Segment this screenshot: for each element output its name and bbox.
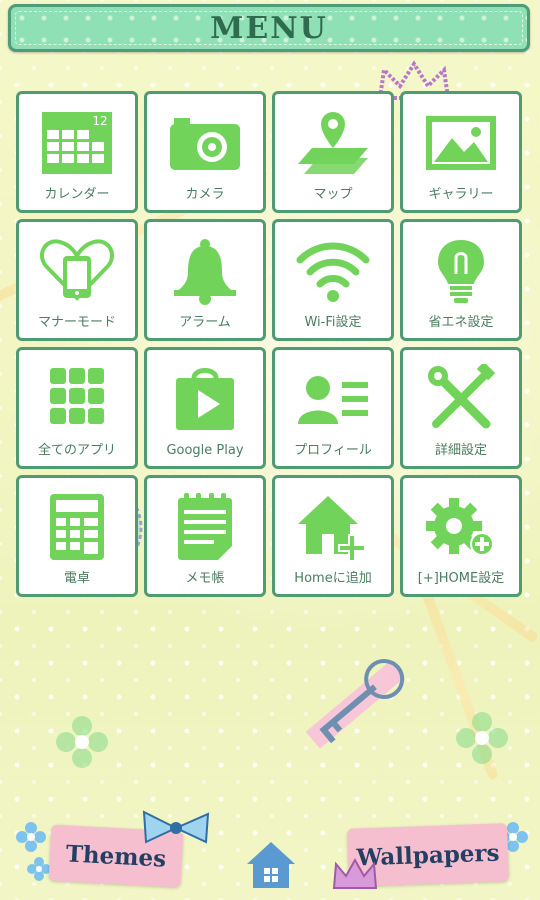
app-grid: 12 カレンダー カメラ マップ ギャラリー マナーモード アラーム Wi-Fi… xyxy=(16,91,524,597)
manner-mode-icon xyxy=(40,239,114,301)
tile-advanced-settings[interactable]: 詳細設定 xyxy=(400,347,522,469)
tile-map[interactable]: マップ xyxy=(272,91,394,213)
bottom-nav: Themes Wallpapers xyxy=(0,800,540,900)
flower-decoration xyxy=(16,822,46,852)
apps-grid-icon xyxy=(50,368,104,424)
calendar-date-badge: 12 xyxy=(92,114,107,128)
calendar-icon: 12 xyxy=(42,112,112,174)
tile-label: カメラ xyxy=(185,187,225,202)
tile-gallery[interactable]: ギャラリー xyxy=(400,91,522,213)
tile-label: 全てのアプリ xyxy=(37,443,116,458)
tile-label: Homeに追加 xyxy=(294,571,372,586)
bell-icon xyxy=(174,239,236,305)
lightbulb-icon xyxy=(438,240,484,303)
menu-header: MENU xyxy=(8,4,530,52)
tile-label: マップ xyxy=(313,187,353,202)
tile-manner-mode[interactable]: マナーモード xyxy=(16,219,138,341)
tile-all-apps[interactable]: 全てのアプリ xyxy=(16,347,138,469)
map-icon xyxy=(298,112,368,174)
tile-label: 電卓 xyxy=(63,571,90,586)
flower-decoration xyxy=(27,857,51,881)
key-decoration xyxy=(305,659,405,749)
play-store-icon xyxy=(176,368,234,430)
tile-label: Wi-Fi設定 xyxy=(304,315,362,330)
tile-label: [+]HOME設定 xyxy=(417,571,505,586)
notepad-icon xyxy=(178,493,232,560)
tile-label: ギャラリー xyxy=(428,187,494,202)
tile-wifi[interactable]: Wi-Fi設定 xyxy=(272,219,394,341)
gallery-icon xyxy=(426,116,496,170)
flower-decoration xyxy=(56,716,108,768)
tile-eco-setting[interactable]: 省エネ設定 xyxy=(400,219,522,341)
menu-title: MENU xyxy=(210,10,328,46)
bow-decoration xyxy=(142,810,210,844)
tile-label: カレンダー xyxy=(44,187,110,202)
tile-alarm[interactable]: アラーム xyxy=(144,219,266,341)
tile-calendar[interactable]: 12 カレンダー xyxy=(16,91,138,213)
tile-home-settings[interactable]: [+]HOME設定 xyxy=(400,475,522,597)
crown-icon xyxy=(332,857,378,889)
tile-google-play[interactable]: Google Play xyxy=(144,347,266,469)
home-icon xyxy=(247,842,295,888)
tile-calculator[interactable]: 電卓 xyxy=(16,475,138,597)
tile-label: マナーモード xyxy=(37,315,116,330)
tile-label: 省エネ設定 xyxy=(428,315,494,330)
tile-label: プロフィール xyxy=(294,443,372,458)
wifi-icon xyxy=(296,242,370,302)
home-add-icon xyxy=(298,496,366,562)
tile-camera[interactable]: カメラ xyxy=(144,91,266,213)
profile-icon xyxy=(298,376,368,424)
camera-icon xyxy=(170,118,240,170)
tools-icon xyxy=(428,364,496,429)
tile-label: 詳細設定 xyxy=(434,443,487,458)
tile-profile[interactable]: プロフィール xyxy=(272,347,394,469)
tile-label: メモ帳 xyxy=(185,571,225,586)
tile-add-to-home[interactable]: Homeに追加 xyxy=(272,475,394,597)
tile-notepad[interactable]: メモ帳 xyxy=(144,475,266,597)
tile-label: アラーム xyxy=(179,315,231,330)
gear-plus-icon xyxy=(426,498,494,556)
flower-decoration xyxy=(456,712,508,764)
calculator-icon xyxy=(50,494,104,560)
home-button[interactable] xyxy=(243,836,299,892)
tile-label: Google Play xyxy=(166,443,244,458)
